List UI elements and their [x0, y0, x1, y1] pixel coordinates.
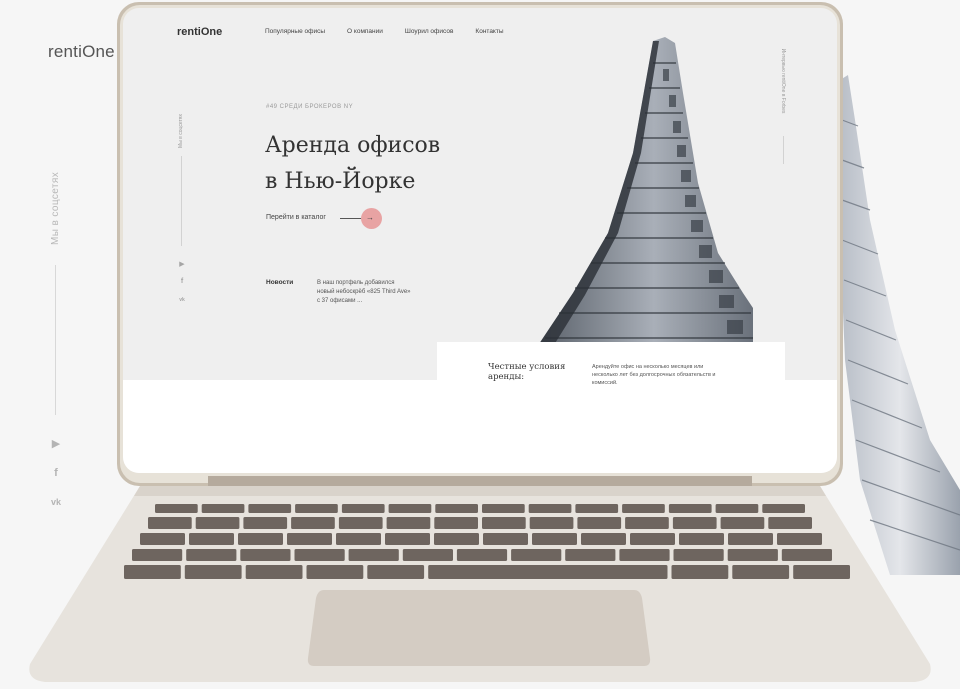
keyboard-key — [291, 517, 335, 529]
keyboard-key — [622, 504, 665, 513]
keyboard-key — [575, 504, 619, 513]
keyboard-key — [388, 504, 432, 513]
keyboard-key — [367, 565, 425, 579]
keyboard-key — [668, 504, 712, 513]
keyboard-key — [671, 565, 729, 579]
keyboard-key — [728, 533, 773, 545]
keyboard-key — [630, 533, 675, 545]
keyboard-key — [762, 504, 805, 513]
keyboard-key — [306, 565, 364, 579]
keyboard-key — [240, 549, 291, 561]
keyboard-key — [727, 549, 778, 561]
keyboard-key — [679, 533, 724, 545]
keyboard-key — [625, 517, 669, 529]
laptop-base — [29, 486, 931, 682]
keyboard-key — [201, 504, 245, 513]
keyboard-key — [511, 549, 562, 561]
keyboard-key — [243, 517, 288, 529]
keyboard-key — [184, 565, 242, 579]
keyboard-key — [673, 549, 724, 561]
keyboard-key — [482, 504, 525, 513]
keyboard-key — [245, 565, 303, 579]
keyboard-key — [529, 517, 574, 529]
keyboard-key — [793, 565, 850, 579]
keyboard-key — [434, 533, 479, 545]
keyboard-key — [287, 533, 332, 545]
keyboard-key — [186, 549, 237, 561]
keyboard-key — [155, 504, 198, 513]
keyboard-key — [132, 549, 183, 561]
keyboard-key — [348, 549, 399, 561]
keyboard-key — [189, 533, 234, 545]
keyboard-key — [732, 565, 790, 579]
keyboard-key — [295, 504, 338, 513]
keyboard-key — [338, 517, 383, 529]
keyboard-key — [483, 533, 528, 545]
keyboard-key — [195, 517, 240, 529]
keyboard-key — [435, 504, 478, 513]
keyboard-key — [124, 565, 181, 579]
keyboard-key — [386, 517, 431, 529]
keyboard-key — [428, 565, 668, 579]
keyboard-key — [577, 517, 622, 529]
keyboard-key — [768, 517, 812, 529]
keyboard-key — [619, 549, 670, 561]
keyboard-key — [456, 549, 508, 561]
keyboard-key — [294, 549, 345, 561]
keyboard-key — [482, 517, 526, 529]
keyboard-key — [434, 517, 478, 529]
keyboard-key — [402, 549, 453, 561]
keyboard-key — [720, 517, 765, 529]
keyboard-key — [336, 533, 381, 545]
keyboard-key — [341, 504, 385, 513]
keyboard-key — [385, 533, 430, 545]
keyboard-key — [148, 517, 192, 529]
keyboard-key — [248, 504, 292, 513]
keyboard-key — [565, 549, 616, 561]
keyboard-key — [140, 533, 185, 545]
keyboard-key — [715, 504, 759, 513]
keyboard-key — [532, 533, 577, 545]
keyboard-key — [781, 549, 832, 561]
keyboard-key — [528, 504, 572, 513]
keyboard-key — [777, 533, 822, 545]
keyboard-key — [238, 533, 283, 545]
keyboard-key — [672, 517, 717, 529]
keyboard-key — [581, 533, 626, 545]
